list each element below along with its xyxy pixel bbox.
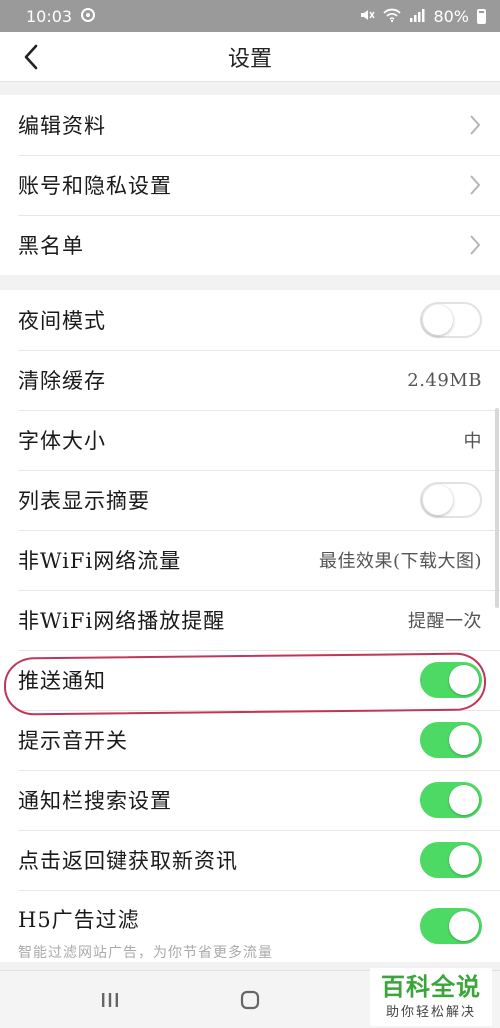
account-privacy-row[interactable]: 账号和隐私设置 bbox=[0, 155, 500, 215]
status-bar: 10:03 80% bbox=[0, 0, 500, 32]
non-wifi-play-label: 非WiFi网络播放提醒 bbox=[18, 609, 226, 633]
font-size-value: 中 bbox=[463, 431, 482, 452]
signal-icon bbox=[409, 7, 425, 26]
push-notification-toggle[interactable] bbox=[420, 662, 482, 698]
sound-toggle[interactable] bbox=[420, 722, 482, 758]
notification-search-toggle[interactable] bbox=[420, 782, 482, 818]
non-wifi-traffic-label: 非WiFi网络流量 bbox=[18, 549, 182, 573]
recent-apps-icon bbox=[102, 993, 118, 1007]
edit-profile-row[interactable]: 编辑资料 bbox=[0, 95, 500, 155]
account-privacy-label: 账号和隐私设置 bbox=[18, 174, 172, 198]
chevron-right-icon bbox=[470, 115, 481, 135]
home-button[interactable] bbox=[235, 985, 265, 1015]
page-title: 设置 bbox=[227, 46, 272, 72]
push-notification-row: 推送通知 bbox=[0, 650, 500, 710]
watermark-title: 百科全说 bbox=[381, 973, 481, 1002]
non-wifi-play-row[interactable]: 非WiFi网络播放提醒 提醒一次 bbox=[0, 590, 500, 650]
watermark-logo: 百科全说 助你轻松解决 bbox=[370, 968, 492, 1026]
night-mode-row: 夜间模式 bbox=[0, 290, 500, 350]
blacklist-label: 黑名单 bbox=[18, 234, 84, 258]
non-wifi-traffic-value: 最佳效果(下载大图) bbox=[318, 551, 482, 572]
account-settings-group: 编辑资料 账号和隐私设置 黑名单 bbox=[0, 95, 500, 275]
scrollbar-thumb[interactable] bbox=[495, 408, 499, 608]
push-notification-label: 推送通知 bbox=[18, 669, 106, 693]
non-wifi-traffic-row[interactable]: 非WiFi网络流量 最佳效果(下载大图) bbox=[0, 530, 500, 590]
home-icon bbox=[240, 990, 260, 1010]
h5-filter-toggle[interactable] bbox=[420, 908, 482, 944]
non-wifi-play-value: 提醒一次 bbox=[408, 611, 482, 632]
general-settings-group: 夜间模式 清除缓存 2.49MB 字体大小 中 列表显示摘要 非WiFi网络流量… bbox=[0, 290, 500, 962]
h5-filter-row: H5广告过滤 智能过滤网站广告，为你节省更多流量 bbox=[0, 890, 500, 962]
list-summary-label: 列表显示摘要 bbox=[18, 489, 150, 513]
back-refresh-toggle[interactable] bbox=[420, 842, 482, 878]
font-size-label: 字体大小 bbox=[18, 429, 106, 453]
watermark-subtitle: 助你轻松解决 bbox=[385, 1004, 476, 1020]
list-summary-row: 列表显示摘要 bbox=[0, 470, 500, 530]
font-size-row[interactable]: 字体大小 中 bbox=[0, 410, 500, 470]
notification-search-row: 通知栏搜索设置 bbox=[0, 770, 500, 830]
h5-filter-description: 智能过滤网站广告，为你节省更多流量 bbox=[18, 945, 273, 961]
h5-filter-label: H5广告过滤 bbox=[18, 908, 140, 932]
back-refresh-label: 点击返回键获取新资讯 bbox=[18, 849, 238, 873]
nav-bar: 设置 bbox=[0, 32, 500, 82]
blacklist-row[interactable]: 黑名单 bbox=[0, 215, 500, 275]
sound-label: 提示音开关 bbox=[18, 729, 128, 753]
night-mode-label: 夜间模式 bbox=[18, 309, 106, 333]
night-mode-toggle[interactable] bbox=[420, 302, 482, 338]
mute-icon bbox=[359, 7, 376, 26]
battery-percent: 80% bbox=[433, 6, 469, 26]
app-notification-icon bbox=[80, 7, 96, 26]
recent-apps-button[interactable] bbox=[95, 985, 125, 1015]
notification-search-label: 通知栏搜索设置 bbox=[18, 789, 172, 813]
edit-profile-label: 编辑资料 bbox=[18, 114, 106, 138]
battery-icon bbox=[477, 8, 486, 24]
clear-cache-label: 清除缓存 bbox=[18, 369, 106, 393]
chevron-right-icon bbox=[470, 175, 481, 195]
cache-size-value: 2.49MB bbox=[407, 369, 482, 391]
chevron-right-icon bbox=[470, 235, 481, 255]
chevron-left-icon bbox=[24, 44, 38, 70]
clear-cache-row[interactable]: 清除缓存 2.49MB bbox=[0, 350, 500, 410]
sound-row: 提示音开关 bbox=[0, 710, 500, 770]
list-summary-toggle[interactable] bbox=[420, 482, 482, 518]
status-time: 10:03 bbox=[26, 6, 73, 26]
back-refresh-row: 点击返回键获取新资讯 bbox=[0, 830, 500, 890]
back-button[interactable] bbox=[12, 38, 50, 76]
wifi-icon bbox=[383, 7, 402, 26]
